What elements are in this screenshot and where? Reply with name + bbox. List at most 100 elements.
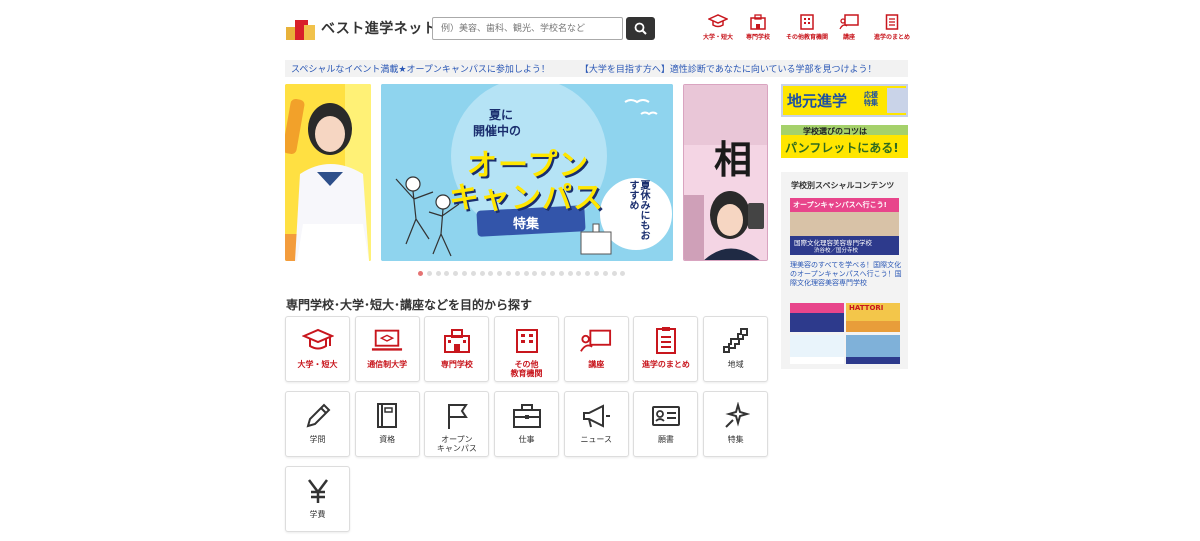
carousel-dot[interactable] — [549, 271, 555, 276]
top-nav: 大学・短大 専門学校 その他教育機関 講座 進学のまとめ — [699, 14, 914, 41]
category-label: 資格 — [379, 435, 396, 444]
school-ad-link[interactable]: 理美容のすべてを学べる！国際文化のオープンキャンパスへ行こう！国際文化理容美容専… — [790, 261, 902, 288]
category-label: 大学・短大 — [297, 360, 338, 369]
category-label: オープン キャンパス — [436, 435, 477, 453]
megaphone-icon — [583, 404, 611, 428]
category-news[interactable]: ニュース — [563, 391, 629, 457]
carousel-dot[interactable] — [426, 271, 432, 276]
office-building-icon — [515, 329, 538, 353]
ad-campus: 渋谷校／国分寺校 — [814, 248, 859, 254]
carousel-dot[interactable] — [461, 271, 467, 276]
carousel-dot[interactable] — [505, 271, 511, 276]
carousel-dot[interactable] — [514, 271, 520, 276]
carousel-dot[interactable] — [435, 271, 441, 276]
logo-blocks-icon — [286, 15, 316, 41]
banner-line1: 夏に — [489, 108, 514, 122]
category-vocational[interactable]: 専門学校 — [424, 316, 490, 382]
search-icon — [634, 22, 647, 35]
carousel-dot[interactable] — [620, 271, 626, 276]
carousel-dot[interactable] — [444, 271, 450, 276]
category-region[interactable]: 地域 — [703, 316, 769, 382]
category-course[interactable]: 講座 — [563, 316, 629, 382]
carousel-dot[interactable] — [593, 271, 599, 276]
carousel-dot[interactable] — [541, 271, 547, 276]
carousel-slide-current[interactable]: 夏に 開催中の オープン キャンパス 特集 夏休みにもおすすめ — [381, 84, 673, 261]
school-thumb-2[interactable]: HATTORI — [846, 303, 900, 332]
banner-main-text: 地元進学 — [787, 92, 848, 110]
document-icon — [885, 14, 899, 30]
carousel-dot[interactable] — [558, 271, 564, 276]
carousel-dot[interactable] — [576, 271, 582, 276]
book-icon — [377, 403, 398, 428]
carousel-dot[interactable] — [602, 271, 608, 276]
category-label: 地域 — [727, 360, 744, 369]
category-label: 仕事 — [518, 435, 535, 444]
category-correspondence[interactable]: 通信制大学 — [354, 316, 420, 382]
carousel-dot[interactable] — [532, 271, 538, 276]
search-input[interactable] — [432, 17, 623, 40]
banner-line2: 開催中の — [473, 124, 522, 138]
carousel-dot[interactable] — [497, 271, 503, 276]
carousel-dot[interactable] — [470, 271, 476, 276]
logo-text: ベスト進学ネット — [321, 21, 438, 37]
school-thumb-1[interactable] — [790, 303, 844, 332]
category-feature[interactable]: 特集 — [703, 391, 769, 457]
carousel-dot[interactable] — [488, 271, 494, 276]
banner-bottom-text: パンフレットにある! — [785, 141, 899, 155]
top-nav-label: 進学のまとめ — [873, 34, 910, 41]
category-label: 進学のまとめ — [641, 360, 690, 369]
category-label: 学費 — [309, 510, 326, 519]
top-nav-label: 大学・短大 — [702, 34, 733, 41]
carousel-dot[interactable] — [418, 271, 423, 276]
banner-badge: 夏休みにもおすすめ — [627, 180, 649, 240]
category-job[interactable]: 仕事 — [494, 391, 560, 457]
category-tuition[interactable]: 学費 — [285, 466, 350, 532]
banner-sub-text: 応援特集 — [864, 91, 878, 107]
flag-icon — [447, 404, 468, 429]
category-application[interactable]: 願書 — [633, 391, 699, 457]
carousel-dot[interactable] — [567, 271, 573, 276]
school-thumb-4[interactable] — [846, 335, 900, 364]
ticker-link[interactable]: 【大学を目指す方へ】適性診断であなたに向いている学部を見つけよう！ — [580, 62, 877, 75]
site-logo[interactable]: ベスト進学ネット — [286, 15, 437, 41]
school-building-icon — [750, 14, 766, 30]
carousel-dot[interactable] — [585, 271, 591, 276]
category-grid: 大学・短大 通信制大学 専門学校 その他 教育機関 講座 進学のまとめ 地域 学… — [285, 316, 769, 541]
search-button[interactable] — [626, 17, 655, 40]
japan-map-icon — [722, 328, 748, 353]
top-nav-course[interactable]: 講座 — [834, 14, 864, 41]
banner-headline-2: キャンパス — [449, 181, 604, 216]
category-label: 願書 — [657, 435, 674, 444]
category-university[interactable]: 大学・短大 — [285, 316, 350, 382]
category-label: 専門学校 — [440, 360, 473, 369]
carousel-slide-next[interactable]: 相 — [683, 84, 768, 261]
top-nav-vocational[interactable]: 専門学校 — [739, 14, 777, 41]
yen-icon — [307, 479, 328, 503]
ticker-link[interactable]: スペシャルなイベント満載★オープンキャンパスに参加しよう！ — [291, 62, 550, 75]
top-nav-label: 専門学校 — [745, 34, 770, 41]
local-study-banner[interactable]: 地元進学 応援特集 — [781, 84, 908, 117]
office-building-icon — [800, 14, 814, 30]
school-ad-banner[interactable]: オープンキャンパスへ行こう! 国際文化理容美容専門学校 渋谷校／国分寺校 — [790, 198, 899, 255]
carousel-slide-prev[interactable] — [285, 84, 371, 261]
carousel-dot[interactable] — [523, 271, 529, 276]
top-nav-summary[interactable]: 進学のまとめ — [870, 14, 914, 41]
top-nav-label: その他教育機関 — [785, 34, 828, 41]
pamphlet-banner[interactable]: 学校選びのコツは パンフレットにある! — [781, 125, 908, 158]
category-other-institutions[interactable]: その他 教育機関 — [494, 316, 560, 382]
top-nav-other[interactable]: その他教育機関 — [782, 14, 832, 41]
banner-tag: 特集 — [513, 217, 540, 232]
document-icon — [655, 327, 676, 354]
category-study[interactable]: 学問 — [285, 391, 350, 457]
banner-building-icon — [887, 88, 906, 113]
section-title: 専門学校･大学･短大･講座などを目的から探す — [286, 298, 533, 312]
category-qualification[interactable]: 資格 — [354, 391, 420, 457]
special-content-box: 学校別スペシャルコンテンツ オープンキャンパスへ行こう! 国際文化理容美容専門学… — [781, 172, 908, 369]
top-nav-university[interactable]: 大学・短大 — [699, 14, 737, 41]
carousel-dot[interactable] — [479, 271, 485, 276]
school-thumb-3[interactable] — [790, 335, 844, 364]
category-summary[interactable]: 進学のまとめ — [633, 316, 699, 382]
carousel-dot[interactable] — [453, 271, 459, 276]
category-open-campus[interactable]: オープン キャンパス — [424, 391, 490, 457]
carousel-dot[interactable] — [611, 271, 617, 276]
